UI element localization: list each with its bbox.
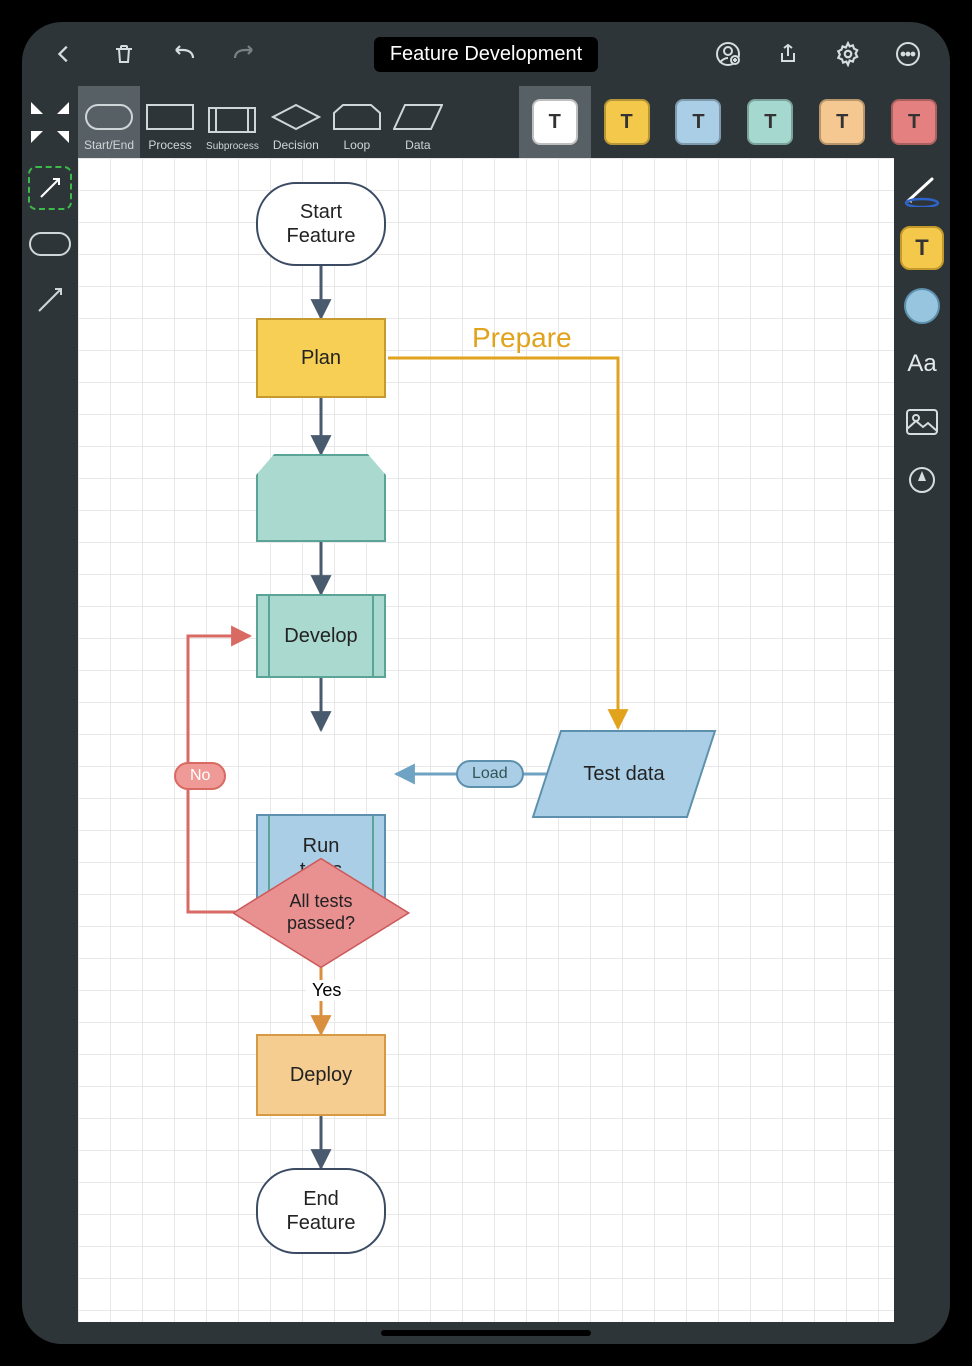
back-button[interactable] bbox=[48, 38, 80, 70]
color-swatches: T T T T T T bbox=[519, 86, 950, 158]
shape-data[interactable]: Data bbox=[387, 86, 449, 158]
node-end[interactable]: End Feature bbox=[256, 1168, 386, 1254]
node-plan[interactable]: Plan bbox=[256, 318, 386, 398]
right-sidebar: T Aa bbox=[894, 158, 950, 502]
swatch-blue[interactable]: T bbox=[663, 86, 735, 158]
shape-startend-label: Start/End bbox=[84, 138, 134, 152]
line-tool[interactable] bbox=[28, 278, 72, 322]
shape-data-label: Data bbox=[405, 138, 430, 152]
shape-decision-label: Decision bbox=[273, 138, 319, 152]
edge-label-load[interactable]: Load bbox=[456, 760, 524, 788]
redo-button[interactable] bbox=[228, 38, 260, 70]
image-insert-tool[interactable] bbox=[900, 400, 944, 444]
terminator-insert-tool[interactable] bbox=[28, 222, 72, 266]
left-sidebar bbox=[22, 158, 78, 322]
swatch-yellow[interactable]: T bbox=[591, 86, 663, 158]
home-indicator bbox=[381, 1330, 591, 1336]
top-toolbar: Feature Development bbox=[22, 22, 950, 86]
trash-button[interactable] bbox=[108, 38, 140, 70]
shape-subprocess-label: Subprocess bbox=[206, 141, 259, 152]
node-deploy[interactable]: Deploy bbox=[256, 1034, 386, 1116]
canvas-resize-handles[interactable] bbox=[22, 86, 78, 158]
swatch-red[interactable]: T bbox=[878, 86, 950, 158]
node-decision[interactable]: All tests passed? bbox=[258, 850, 384, 976]
swatch-orange[interactable]: T bbox=[806, 86, 878, 158]
edge-label-yes[interactable]: Yes bbox=[306, 980, 347, 1001]
node-test-data[interactable]: Test data bbox=[546, 730, 702, 818]
target-tool[interactable] bbox=[900, 458, 944, 502]
shape-loop[interactable]: Loop bbox=[327, 86, 387, 158]
shape-loop-label: Loop bbox=[343, 138, 370, 152]
swatch-teal[interactable]: T bbox=[734, 86, 806, 158]
shape-decision[interactable]: Decision bbox=[265, 86, 327, 158]
swatch-white[interactable]: T bbox=[519, 86, 591, 158]
node-iterate[interactable]: Iterate bbox=[256, 454, 386, 542]
undo-button[interactable] bbox=[168, 38, 200, 70]
pen-annotate-tool[interactable] bbox=[900, 168, 944, 212]
edge-label-no[interactable]: No bbox=[174, 762, 226, 790]
document-title[interactable]: Feature Development bbox=[374, 37, 598, 72]
app-window: Feature Development Start/End Process bbox=[22, 22, 950, 1344]
canvas[interactable]: Start Feature Plan Iterate Develop Run t… bbox=[78, 158, 894, 1322]
shape-startend[interactable]: Start/End bbox=[78, 86, 140, 158]
fill-color-tool[interactable] bbox=[900, 284, 944, 328]
node-develop[interactable]: Develop bbox=[256, 594, 386, 678]
more-button[interactable] bbox=[892, 38, 924, 70]
font-tool[interactable]: Aa bbox=[900, 342, 944, 386]
shape-subprocess[interactable]: Subprocess bbox=[200, 86, 265, 158]
text-style-tool[interactable]: T bbox=[900, 226, 944, 270]
settings-button[interactable] bbox=[832, 38, 864, 70]
node-start[interactable]: Start Feature bbox=[256, 182, 386, 266]
shape-process-label: Process bbox=[148, 138, 191, 152]
edge-label-prepare[interactable]: Prepare bbox=[472, 322, 572, 354]
shape-swatch-row: Start/End Process Subprocess Decision Lo… bbox=[22, 86, 950, 158]
share-button[interactable] bbox=[772, 38, 804, 70]
user-add-button[interactable] bbox=[712, 38, 744, 70]
select-marquee-tool[interactable] bbox=[28, 166, 72, 210]
shape-process[interactable]: Process bbox=[140, 86, 200, 158]
